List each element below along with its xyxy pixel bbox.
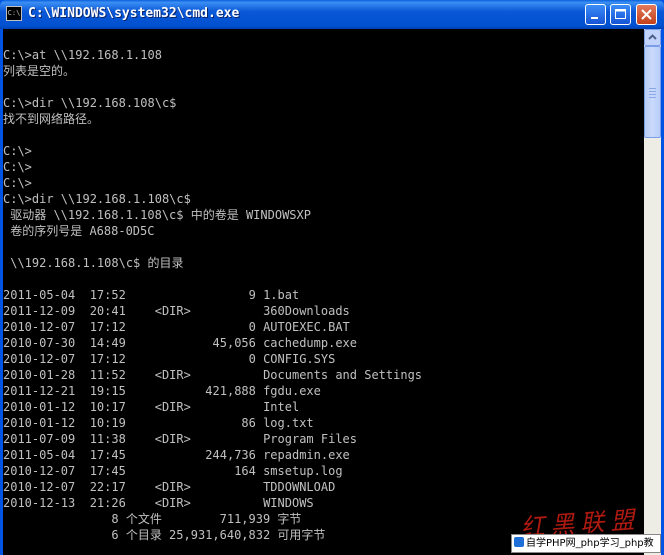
console-line: 2011-07-09 11:38 <DIR> Program Files [3,432,358,446]
console-line: 2010-12-07 17:12 0 CONFIG.SYS [3,352,336,366]
console-line: 8 个文件 711,939 字节 [3,512,302,526]
console-line: 2011-12-21 19:15 421,888 fgdu.exe [3,384,321,398]
maximize-icon [615,9,626,19]
title-bar[interactable]: C:\ C:\WINDOWS\system32\cmd.exe [0,0,664,29]
maximize-button[interactable] [610,4,631,25]
cmd-app-icon[interactable]: C:\ [6,6,22,21]
console-line: 2010-12-07 17:45 164 smsetup.log [3,464,343,478]
console-line: 2010-12-07 17:12 0 AUTOEXEC.BAT [3,320,350,334]
minimize-button[interactable] [585,4,606,25]
console-line: 2011-05-04 17:45 244,736 repadmin.exe [3,448,350,462]
close-button[interactable] [636,4,657,25]
window-title: C:\WINDOWS\system32\cmd.exe [28,6,240,21]
minimize-icon [591,17,598,19]
footer-badge[interactable]: 自学PHP网_php学习_php教 [511,534,661,553]
console-line: C:\>at \\192.168.1.108 [3,48,162,62]
console-line: 2011-05-04 17:52 9 1.bat [3,288,300,302]
console-output[interactable]: C:\>at \\192.168.1.108 列表是空的。 C:\>dir \\19… [3,29,644,555]
console-line: 找不到网络路径。 [3,112,100,126]
console-line: 2010-01-28 11:52 <DIR> Documents and Set… [3,368,423,382]
scroll-thumb[interactable] [644,46,661,138]
close-icon [641,9,652,20]
console-line: 6 个目录 25,931,640,832 可用字节 [3,528,326,542]
console-line: C:\>dir \\192.168.108\c$ [3,96,177,110]
vertical-scrollbar[interactable] [644,29,661,555]
footer-text: 自学PHP网_php学习_php教 [526,538,654,549]
console-line: C:\> [3,144,32,158]
scroll-up-button[interactable] [644,29,661,46]
up-arrow-icon [648,34,657,40]
console-line: C:\> [3,176,32,190]
console-line: 2010-07-30 14:49 45,056 cachedump.exe [3,336,358,350]
console-line: 2010-01-12 10:17 <DIR> Intel [3,400,300,414]
console-line: C:\>dir \\192.168.1.108\c$ [3,192,191,206]
console-line: \\192.168.1.108\c$ 的目录 [3,256,184,270]
console-line: 2011-12-09 20:41 <DIR> 360Downloads [3,304,350,318]
console-line: 列表是空的。 [3,64,76,78]
console-line: C:\> [3,160,32,174]
console-line: 2010-01-12 10:19 86 log.txt [3,416,314,430]
console-line: 驱动器 \\192.168.1.108\c$ 中的卷是 WINDOWSXP [3,208,311,222]
console-line: 2010-12-07 22:17 <DIR> TDDOWNLOAD [3,480,336,494]
site-logo-icon [514,537,524,547]
console-line: 卷的序列号是 A688-0D5C [3,224,155,238]
cmd-window: C:\ C:\WINDOWS\system32\cmd.exe C:\>at \… [0,0,664,555]
console-line: 2010-12-13 21:26 <DIR> WINDOWS [3,496,314,510]
